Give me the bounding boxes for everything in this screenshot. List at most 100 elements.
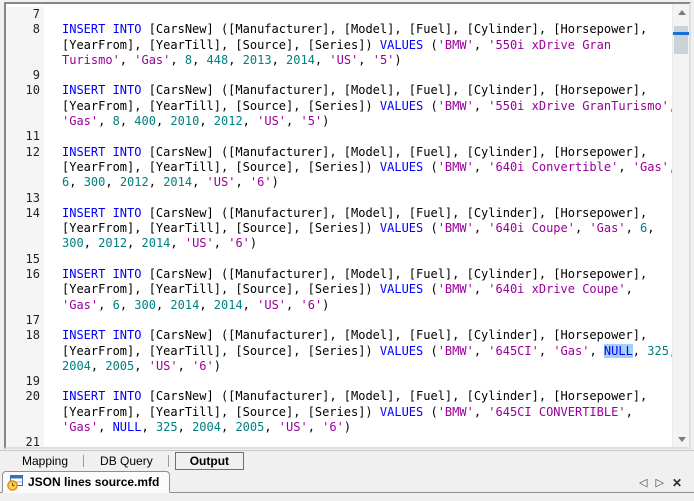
code-line: Turismo', 'Gas', 8, 448, 2013, 2014, 'US… xyxy=(6,53,672,68)
line-number: 21 xyxy=(6,435,44,447)
close-document-button[interactable]: ✕ xyxy=(672,477,682,489)
tab-mapping[interactable]: Mapping xyxy=(6,452,84,470)
code-line: 11 xyxy=(6,129,672,144)
code-text: INSERT INTO [CarsNew] ([Manufacturer], [… xyxy=(44,389,672,404)
triangle-up-icon xyxy=(678,10,686,15)
tab-output[interactable]: Output xyxy=(175,452,244,470)
code-line: 10INSERT INTO [CarsNew] ([Manufacturer],… xyxy=(6,83,672,98)
code-line: 9 xyxy=(6,68,672,83)
code-line: 300, 2012, 2014, 'US', '6') xyxy=(6,236,672,251)
line-number: 20 xyxy=(6,389,44,404)
code-line: [YearFrom], [YearTill], [Source], [Serie… xyxy=(6,405,672,420)
code-line: 21 xyxy=(6,435,672,447)
line-number xyxy=(6,38,44,53)
mfd-file-icon xyxy=(7,474,24,491)
code-line: [YearFrom], [YearTill], [Source], [Serie… xyxy=(6,99,672,114)
code-text: INSERT INTO [CarsNew] ([Manufacturer], [… xyxy=(44,206,672,221)
view-tab-bar: Mapping DB Query Output xyxy=(0,450,694,471)
line-number: 18 xyxy=(6,328,44,343)
tab-mapping-label: Mapping xyxy=(22,454,68,468)
code-text xyxy=(44,435,672,447)
scrollbar-up-button[interactable] xyxy=(673,4,690,20)
code-text: 'Gas', NULL, 325, 2004, 2005, 'US', '6') xyxy=(44,420,672,435)
line-number xyxy=(6,359,44,374)
line-number: 10 xyxy=(6,83,44,98)
line-number xyxy=(6,160,44,175)
code-text: 2004, 2005, 'US', '6') xyxy=(44,359,672,374)
code-line: 'Gas', 8, 400, 2010, 2012, 'US', '5') xyxy=(6,114,672,129)
line-number xyxy=(6,298,44,313)
code-text: INSERT INTO [CarsNew] ([Manufacturer], [… xyxy=(44,22,672,37)
scrollbar-thumb[interactable] xyxy=(674,26,688,54)
line-number: 9 xyxy=(6,68,44,83)
code-text: 'Gas', 6, 300, 2014, 2014, 'US', '6') xyxy=(44,298,672,313)
code-text xyxy=(44,7,672,22)
code-line: 20INSERT INTO [CarsNew] ([Manufacturer],… xyxy=(6,389,672,404)
line-number: 11 xyxy=(6,129,44,144)
line-number xyxy=(6,282,44,297)
code-text: [YearFrom], [YearTill], [Source], [Serie… xyxy=(44,405,672,420)
code-line: 16INSERT INTO [CarsNew] ([Manufacturer],… xyxy=(6,267,672,282)
code-text: Turismo', 'Gas', 8, 448, 2013, 2014, 'US… xyxy=(44,53,672,68)
code-line: 'Gas', 6, 300, 2014, 2014, 'US', '6') xyxy=(6,298,672,313)
code-line: [YearFrom], [YearTill], [Source], [Serie… xyxy=(6,38,672,53)
document-tab-json-lines-source[interactable]: JSON lines source.mfd xyxy=(2,471,170,493)
code-line: 17 xyxy=(6,313,672,328)
line-number: 16 xyxy=(6,267,44,282)
code-text xyxy=(44,374,672,389)
code-line: [YearFrom], [YearTill], [Source], [Serie… xyxy=(6,221,672,236)
code-text: [YearFrom], [YearTill], [Source], [Serie… xyxy=(44,282,672,297)
tab-output-label: Output xyxy=(190,454,229,468)
code-text xyxy=(44,252,672,267)
document-tab-bar: JSON lines source.mfd ◁ ▷ ✕ xyxy=(0,471,694,493)
line-number xyxy=(6,344,44,359)
line-number xyxy=(6,53,44,68)
line-number xyxy=(6,405,44,420)
code-text xyxy=(44,129,672,144)
code-text: [YearFrom], [YearTill], [Source], [Serie… xyxy=(44,99,672,114)
scrollbar-down-button[interactable] xyxy=(673,431,690,447)
tab-db-query[interactable]: DB Query xyxy=(84,452,169,470)
tab-scroll-right-button[interactable]: ▷ xyxy=(655,477,663,489)
tab-navigation: ◁ ▷ ✕ xyxy=(639,477,694,492)
line-number: 17 xyxy=(6,313,44,328)
line-number: 12 xyxy=(6,145,44,160)
line-number: 13 xyxy=(6,191,44,206)
code-text: [YearFrom], [YearTill], [Source], [Serie… xyxy=(44,38,672,53)
document-tab-label: JSON lines source.mfd xyxy=(28,475,159,489)
code-text: 6, 300, 2012, 2014, 'US', '6') xyxy=(44,175,672,190)
sql-output-editor[interactable]: 78INSERT INTO [CarsNew] ([Manufacturer],… xyxy=(4,2,691,449)
code-text: INSERT INTO [CarsNew] ([Manufacturer], [… xyxy=(44,145,672,160)
code-line: 15 xyxy=(6,252,672,267)
code-line: 2004, 2005, 'US', '6') xyxy=(6,359,672,374)
line-number xyxy=(6,175,44,190)
vertical-scrollbar[interactable] xyxy=(672,4,689,447)
code-text: INSERT INTO [CarsNew] ([Manufacturer], [… xyxy=(44,328,672,343)
code-rows[interactable]: 78INSERT INTO [CarsNew] ([Manufacturer],… xyxy=(6,4,672,447)
line-number xyxy=(6,99,44,114)
code-line: 6, 300, 2012, 2014, 'US', '6') xyxy=(6,175,672,190)
code-text: INSERT INTO [CarsNew] ([Manufacturer], [… xyxy=(44,267,672,282)
scroll-position-marker xyxy=(673,32,690,35)
line-number: 8 xyxy=(6,22,44,37)
code-line: 19 xyxy=(6,374,672,389)
tab-scroll-left-button[interactable]: ◁ xyxy=(639,477,647,489)
code-line: 8INSERT INTO [CarsNew] ([Manufacturer], … xyxy=(6,22,672,37)
code-line: [YearFrom], [YearTill], [Source], [Serie… xyxy=(6,160,672,175)
code-line: [YearFrom], [YearTill], [Source], [Serie… xyxy=(6,344,672,359)
code-line: 14INSERT INTO [CarsNew] ([Manufacturer],… xyxy=(6,206,672,221)
code-line: 18INSERT INTO [CarsNew] ([Manufacturer],… xyxy=(6,328,672,343)
code-line: 12INSERT INTO [CarsNew] ([Manufacturer],… xyxy=(6,145,672,160)
code-line: 'Gas', NULL, 325, 2004, 2005, 'US', '6') xyxy=(6,420,672,435)
line-number: 14 xyxy=(6,206,44,221)
code-line: 7 xyxy=(6,7,672,22)
line-number: 19 xyxy=(6,374,44,389)
code-text: 300, 2012, 2014, 'US', '6') xyxy=(44,236,672,251)
triangle-down-icon xyxy=(678,437,686,442)
code-text xyxy=(44,191,672,206)
line-number xyxy=(6,236,44,251)
tab-separator xyxy=(168,455,169,467)
code-line: 13 xyxy=(6,191,672,206)
code-text: [YearFrom], [YearTill], [Source], [Serie… xyxy=(44,221,672,236)
line-number xyxy=(6,114,44,129)
